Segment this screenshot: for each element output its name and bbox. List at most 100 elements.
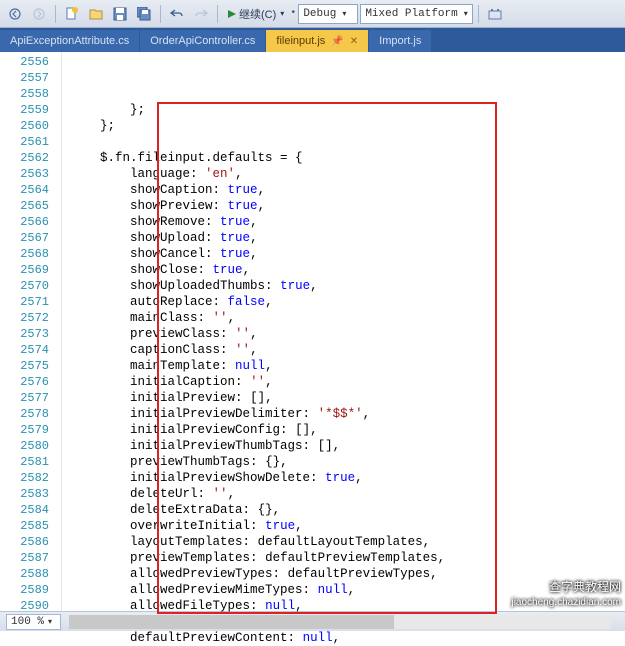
line-number: 2582 (0, 470, 49, 486)
code-line[interactable]: mainClass: '', (70, 310, 625, 326)
zoom-dropdown[interactable]: 100 % ▾ (6, 614, 61, 630)
code-line[interactable]: initialPreviewConfig: [], (70, 422, 625, 438)
toolbar-separator (160, 5, 161, 23)
pin-icon[interactable]: 📌 (331, 36, 343, 47)
tab-orderapicontroller-cs[interactable]: OrderApiController.cs (140, 30, 265, 52)
config-value: Debug (303, 8, 336, 20)
toolbar-separator (478, 5, 479, 23)
status-bar: 100 % ▾ (0, 611, 625, 631)
close-icon[interactable]: ✕ (350, 36, 358, 47)
code-line[interactable]: layoutTemplates: defaultLayoutTemplates, (70, 534, 625, 550)
horizontal-scrollbar[interactable] (69, 615, 611, 629)
line-number: 2583 (0, 486, 49, 502)
redo-button[interactable] (190, 4, 212, 24)
line-gutter: 2556255725582559256025612562256325642565… (0, 52, 62, 611)
code-line[interactable]: $.fn.fileinput.defaults = { (70, 150, 625, 166)
code-line[interactable]: allowedPreviewTypes: defaultPreviewTypes… (70, 566, 625, 582)
code-line[interactable]: allowedPreviewMimeTypes: null, (70, 582, 625, 598)
code-line[interactable]: previewThumbTags: {}, (70, 454, 625, 470)
line-number: 2577 (0, 390, 49, 406)
code-line[interactable]: overwriteInitial: true, (70, 518, 625, 534)
line-number: 2580 (0, 438, 49, 454)
line-number: 2581 (0, 454, 49, 470)
line-number: 2567 (0, 230, 49, 246)
code-line[interactable]: }; (70, 102, 625, 118)
editor: 2556255725582559256025612562256325642565… (0, 52, 625, 611)
code-line[interactable]: initialCaption: '', (70, 374, 625, 390)
line-number: 2558 (0, 86, 49, 102)
line-number: 2574 (0, 342, 49, 358)
code-line[interactable]: showUpload: true, (70, 230, 625, 246)
line-number: 2556 (0, 54, 49, 70)
line-number: 2589 (0, 582, 49, 598)
code-line[interactable]: showUploadedThumbs: true, (70, 278, 625, 294)
toolbar: 继续(C) • Debug Mixed Platform (0, 0, 625, 28)
code-line[interactable]: deleteExtraData: {}, (70, 502, 625, 518)
undo-button[interactable] (166, 4, 188, 24)
code-line[interactable]: previewClass: '', (70, 326, 625, 342)
config-dropdown[interactable]: Debug (298, 4, 358, 24)
open-file-button[interactable] (85, 4, 107, 24)
line-number: 2573 (0, 326, 49, 342)
tab-label: ApiExceptionAttribute.cs (10, 35, 129, 47)
code-line[interactable]: language: 'en', (70, 166, 625, 182)
save-button[interactable] (109, 4, 131, 24)
code-line[interactable]: initialPreviewThumbTags: [], (70, 438, 625, 454)
tab-label: Import.js (379, 35, 421, 47)
code-line[interactable]: showCaption: true, (70, 182, 625, 198)
line-number: 2586 (0, 534, 49, 550)
save-all-button[interactable] (133, 4, 155, 24)
tab-import-js[interactable]: Import.js (369, 30, 431, 52)
line-number: 2568 (0, 246, 49, 262)
code-line[interactable]: }; (70, 118, 625, 134)
toolbar-separator (217, 5, 218, 23)
tab-fileinput-js[interactable]: fileinput.js 📌 ✕ (266, 30, 368, 52)
line-number: 2572 (0, 310, 49, 326)
line-number: 2590 (0, 598, 49, 614)
tab-label: fileinput.js (276, 35, 325, 47)
line-number: 2563 (0, 166, 49, 182)
toolbar-separator (55, 5, 56, 23)
nav-forward-button[interactable] (28, 4, 50, 24)
code-line[interactable] (70, 134, 625, 150)
code-line[interactable]: autoReplace: false, (70, 294, 625, 310)
code-line[interactable]: showPreview: true, (70, 198, 625, 214)
line-number: 2587 (0, 550, 49, 566)
tab-bar: ApiExceptionAttribute.cs OrderApiControll… (0, 28, 625, 52)
code-line[interactable]: allowedFileTypes: null, (70, 598, 625, 614)
scrollbar-thumb[interactable] (69, 615, 394, 629)
tab-apiexceptionattribute-cs[interactable]: ApiExceptionAttribute.cs (0, 30, 139, 52)
line-number: 2584 (0, 502, 49, 518)
line-number: 2557 (0, 70, 49, 86)
tab-label: OrderApiController.cs (150, 35, 255, 47)
code-line[interactable]: mainTemplate: null, (70, 358, 625, 374)
line-number: 2585 (0, 518, 49, 534)
platform-value: Mixed Platform (365, 8, 457, 20)
extras-button[interactable] (484, 4, 506, 24)
code-line[interactable]: showRemove: true, (70, 214, 625, 230)
line-number: 2579 (0, 422, 49, 438)
code-line[interactable]: showClose: true, (70, 262, 625, 278)
line-number: 2569 (0, 262, 49, 278)
code-line[interactable]: previewTemplates: defaultPreviewTemplate… (70, 550, 625, 566)
line-number: 2562 (0, 150, 49, 166)
line-number: 2575 (0, 358, 49, 374)
line-number: 2565 (0, 198, 49, 214)
code-area[interactable]: }; }; $.fn.fileinput.defaults = { langua… (62, 52, 625, 611)
code-line[interactable]: defaultPreviewContent: null, (70, 630, 625, 646)
line-number: 2571 (0, 294, 49, 310)
code-line[interactable]: captionClass: '', (70, 342, 625, 358)
line-number: 2570 (0, 278, 49, 294)
code-line[interactable]: showCancel: true, (70, 246, 625, 262)
code-line[interactable]: deleteUrl: '', (70, 486, 625, 502)
continue-button[interactable]: 继续(C) (223, 6, 288, 22)
zoom-value: 100 % (11, 616, 44, 628)
line-number: 2560 (0, 118, 49, 134)
new-file-button[interactable] (61, 4, 83, 24)
code-line[interactable]: initialPreviewShowDelete: true, (70, 470, 625, 486)
code-line[interactable]: initialPreview: [], (70, 390, 625, 406)
continue-label: 继续(C) (239, 6, 276, 22)
platform-dropdown[interactable]: Mixed Platform (360, 4, 472, 24)
code-line[interactable]: initialPreviewDelimiter: '*$$*', (70, 406, 625, 422)
nav-back-button[interactable] (4, 4, 26, 24)
